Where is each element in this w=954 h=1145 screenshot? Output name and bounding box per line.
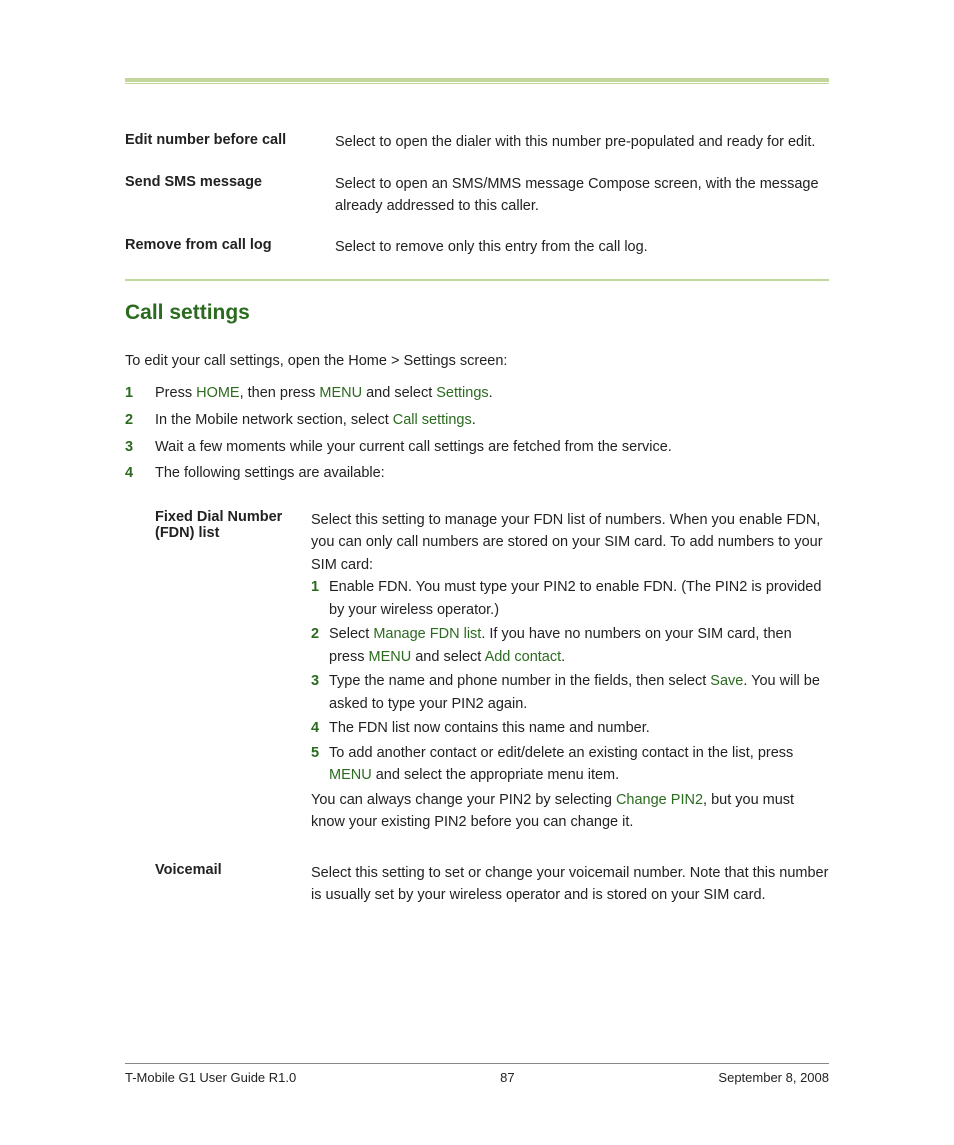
step-number: 2 [125, 410, 155, 432]
header-rule [125, 78, 829, 84]
step-item: 4 The following settings are available: [125, 463, 829, 485]
definition-term: Remove from call log [125, 237, 335, 259]
keyword: MENU [319, 385, 362, 401]
fdn-lead: Select this setting to manage your FDN l… [311, 512, 823, 573]
step-item: 2 In the Mobile network section, select … [125, 410, 829, 432]
inner-step-number: 2 [311, 623, 329, 668]
inner-step: 5 To add another contact or edit/delete … [311, 742, 829, 787]
inner-step-number: 1 [311, 576, 329, 621]
sub-definition-term: Voicemail [155, 862, 311, 907]
keyword: Add contact [485, 649, 562, 665]
keyword: Manage FDN list [373, 626, 481, 642]
step-text: The following settings are available: [155, 463, 385, 485]
inner-step-number: 5 [311, 742, 329, 787]
keyword: MENU [369, 649, 412, 665]
sub-definition-description: Select this setting to set or change you… [311, 862, 829, 907]
inner-step: 3 Type the name and phone number in the … [311, 670, 829, 715]
definition-row: Send SMS message Select to open an SMS/M… [125, 174, 829, 218]
steps-list: 1 Press HOME, then press MENU and select… [125, 383, 829, 485]
sub-definition-row: Voicemail Select this setting to set or … [155, 862, 829, 907]
footer-left: T-Mobile G1 User Guide R1.0 [125, 1070, 296, 1085]
definition-list: Edit number before call Select to open t… [125, 132, 829, 259]
inner-step-text: Type the name and phone number in the fi… [329, 670, 829, 715]
inner-step-text: The FDN list now contains this name and … [329, 717, 829, 739]
definition-description: Select to remove only this entry from th… [335, 237, 829, 259]
keyword: Save [710, 673, 743, 689]
inner-step: 2 Select Manage FDN list. If you have no… [311, 623, 829, 668]
step-number: 3 [125, 437, 155, 459]
keyword: Call settings [393, 412, 472, 428]
inner-step-text: Enable FDN. You must type your PIN2 to e… [329, 576, 829, 621]
footer-date: September 8, 2008 [718, 1070, 829, 1085]
definition-row: Edit number before call Select to open t… [125, 132, 829, 154]
document-page: Edit number before call Select to open t… [0, 0, 954, 1145]
intro-paragraph: To edit your call settings, open the Hom… [125, 353, 829, 369]
step-number: 1 [125, 383, 155, 405]
fdn-trailing: You can always change your PIN2 by selec… [311, 792, 794, 830]
footer-rule [125, 1063, 829, 1064]
sub-definition-term: Fixed Dial Number (FDN) list [155, 509, 311, 834]
footer-page-number: 87 [500, 1070, 514, 1085]
definition-row: Remove from call log Select to remove on… [125, 237, 829, 259]
inner-step-number: 3 [311, 670, 329, 715]
step-text: In the Mobile network section, select Ca… [155, 410, 476, 432]
definition-description: Select to open an SMS/MMS message Compos… [335, 174, 829, 218]
keyword: Change PIN2 [616, 792, 703, 808]
step-text: Press HOME, then press MENU and select S… [155, 383, 493, 405]
step-item: 3 Wait a few moments while your current … [125, 437, 829, 459]
section-rule [125, 279, 829, 281]
footer-row: T-Mobile G1 User Guide R1.0 87 September… [125, 1070, 829, 1085]
step-text: Wait a few moments while your current ca… [155, 437, 672, 459]
keyword: MENU [329, 767, 372, 783]
step-item: 1 Press HOME, then press MENU and select… [125, 383, 829, 405]
inner-step-number: 4 [311, 717, 329, 739]
inner-step-text: Select Manage FDN list. If you have no n… [329, 623, 829, 668]
inner-step-text: To add another contact or edit/delete an… [329, 742, 829, 787]
inner-step: 1 Enable FDN. You must type your PIN2 to… [311, 576, 829, 621]
page-footer: T-Mobile G1 User Guide R1.0 87 September… [125, 1063, 829, 1085]
step-number: 4 [125, 463, 155, 485]
section-heading: Call settings [125, 301, 829, 325]
sub-definition-description: Select this setting to manage your FDN l… [311, 509, 829, 834]
inner-steps-list: 1 Enable FDN. You must type your PIN2 to… [311, 576, 829, 786]
definition-term: Edit number before call [125, 132, 335, 154]
definition-term: Send SMS message [125, 174, 335, 218]
inner-step: 4 The FDN list now contains this name an… [311, 717, 829, 739]
keyword: Settings [436, 385, 488, 401]
sub-definition-row: Fixed Dial Number (FDN) list Select this… [155, 509, 829, 834]
keyword: HOME [196, 385, 240, 401]
sub-definition-list: Fixed Dial Number (FDN) list Select this… [155, 509, 829, 907]
definition-description: Select to open the dialer with this numb… [335, 132, 829, 154]
